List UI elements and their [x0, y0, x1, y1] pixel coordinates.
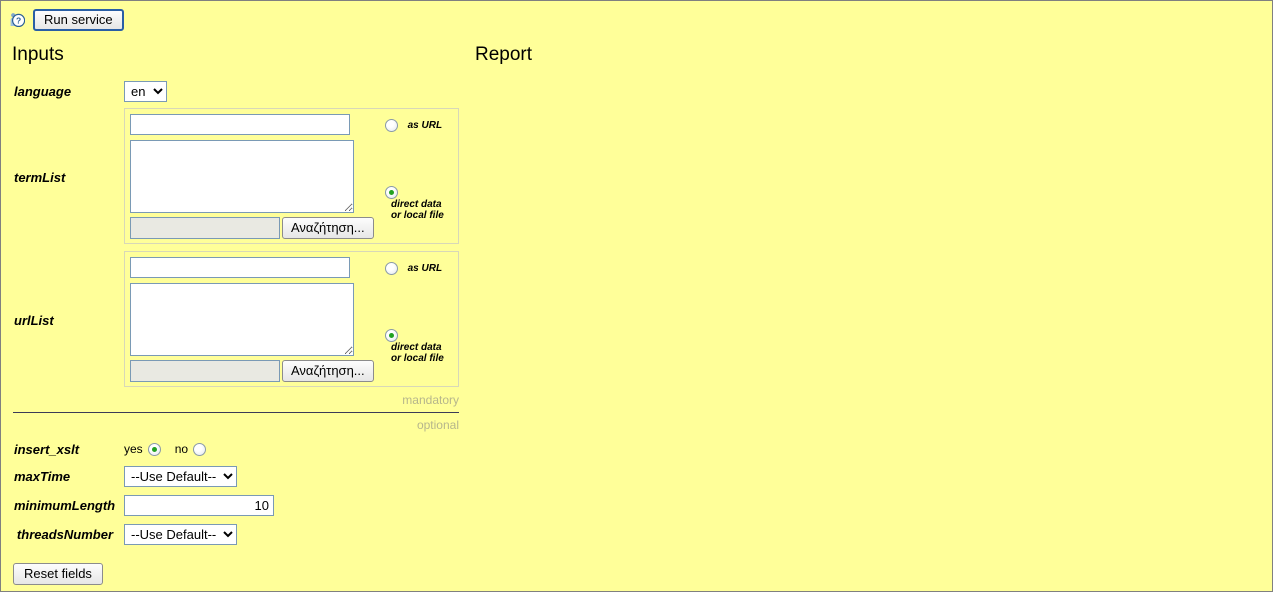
label-urllist: urlList — [14, 313, 54, 328]
termlist-mode-direct[interactable]: direct data or local file — [385, 184, 458, 221]
termlist-file-row: Αναζήτηση... — [130, 217, 374, 239]
urllist-data-textarea[interactable] — [130, 283, 354, 356]
label-minimumlength: minimumLength — [14, 498, 116, 513]
termlist-data-textarea[interactable] — [130, 140, 354, 213]
svg-text:?: ? — [16, 16, 21, 26]
section-divider — [13, 412, 459, 413]
termlist-browse-button[interactable]: Αναζήτηση... — [282, 217, 374, 239]
urllist-browse-button[interactable]: Αναζήτηση... — [282, 360, 374, 382]
urllist-mode-direct[interactable]: direct data or local file — [385, 327, 458, 364]
run-service-button[interactable]: Run service — [33, 9, 124, 31]
insert-xslt-no-radio[interactable] — [193, 442, 207, 456]
urllist-file-row: Αναζήτηση... — [130, 360, 374, 382]
urllist-direct-radio[interactable] — [385, 329, 398, 343]
termlist-direct-label: direct data or local file — [391, 199, 444, 222]
insert-xslt-radio-group: yes no — [124, 442, 207, 456]
service-form-page: ? Run service Inputs Report language en … — [0, 0, 1273, 592]
urllist-as-url-label: as URL — [407, 263, 443, 275]
urllist-as-url-radio[interactable] — [385, 262, 398, 276]
urllist-group: Αναζήτηση... as URL direct data or local… — [124, 251, 459, 387]
termlist-url-input[interactable] — [130, 114, 350, 135]
insert-xslt-yes-label: yes — [124, 442, 143, 456]
maxtime-select[interactable]: --Use Default-- — [124, 466, 237, 487]
reset-fields-button[interactable]: Reset fields — [13, 563, 103, 585]
urllist-file-path[interactable] — [130, 360, 280, 382]
insert-xslt-yes-radio[interactable] — [147, 442, 161, 456]
termlist-mode-as-url[interactable]: as URL — [385, 117, 443, 133]
inputs-heading: Inputs — [12, 44, 64, 65]
info-person-icon[interactable]: ? — [9, 12, 26, 28]
mandatory-tag: mandatory — [402, 393, 459, 407]
toolbar: ? Run service — [9, 9, 124, 31]
minimumlength-input[interactable] — [124, 495, 274, 516]
urllist-mode-as-url[interactable]: as URL — [385, 260, 443, 276]
report-heading: Report — [475, 44, 533, 65]
termlist-as-url-label: as URL — [407, 120, 443, 132]
urllist-direct-label: direct data or local file — [391, 342, 444, 365]
urllist-url-input[interactable] — [130, 257, 350, 278]
threadsnumber-select[interactable]: --Use Default-- — [124, 524, 237, 545]
termlist-group: Αναζήτηση... as URL direct data or local… — [124, 108, 459, 244]
label-insert-xslt: insert_xslt — [14, 442, 80, 457]
label-threadsnumber: threadsNumber — [16, 527, 113, 542]
termlist-as-url-radio[interactable] — [385, 119, 398, 133]
optional-tag: optional — [416, 418, 459, 432]
label-termlist: termList — [14, 170, 66, 185]
insert-xslt-no-label: no — [174, 442, 189, 456]
label-maxtime: maxTime — [14, 469, 71, 484]
termlist-direct-radio[interactable] — [385, 186, 398, 200]
language-select[interactable]: en — [124, 81, 167, 102]
termlist-file-path[interactable] — [130, 217, 280, 239]
label-language: language — [14, 84, 72, 99]
